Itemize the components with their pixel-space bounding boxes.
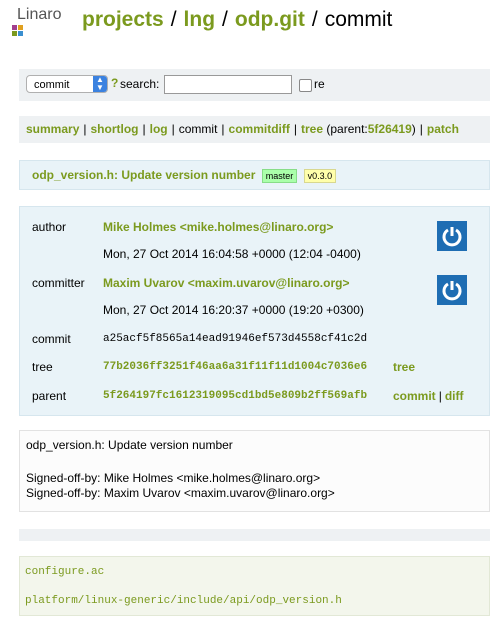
page-header: Linaro projects / lng / odp.git / commit xyxy=(0,0,490,46)
search-label: search: xyxy=(120,77,160,91)
regex-checkbox[interactable] xyxy=(299,79,312,92)
author-link[interactable]: Mike Holmes <mike.holmes@linaro.org> xyxy=(103,220,333,234)
power-icon xyxy=(442,281,462,301)
page-nav: summary | shortlog | log | commit | commitdiff | t… xyxy=(19,116,490,143)
parent-commit-link[interactable]: commit xyxy=(393,389,436,403)
breadcrumb-projects[interactable]: projects xyxy=(82,8,164,31)
version-tag[interactable]: v0.3.0 xyxy=(303,168,337,183)
breadcrumb: projects / lng / odp.git / commit xyxy=(82,8,393,31)
file-link[interactable]: platform/linux-generic/include/api/odp_v… xyxy=(25,595,342,607)
commit-title-bar: odp_version.h: Update version number mas… xyxy=(19,160,490,190)
search-type-select[interactable]: commit ▲ ▼ xyxy=(26,75,108,93)
commit-hash: a25acf5f8565a14ead91946ef573d4558cf41c2d xyxy=(103,333,368,345)
power-icon xyxy=(442,227,462,247)
message-signoff-2: Signed-off-by: Maxim Uvarov <maxim.uvaro… xyxy=(26,486,335,500)
logo-text: Linaro xyxy=(17,6,62,23)
search-type-value: commit xyxy=(34,79,70,91)
file-link[interactable]: configure.ac xyxy=(25,566,104,578)
parent-hash-link[interactable]: 5f264197fc1612319095cd1bd5e809b2ff569afb xyxy=(103,390,367,402)
commit-message: odp_version.h: Update version number Sig… xyxy=(19,430,490,512)
committer-link[interactable]: Maxim Uvarov <maxim.uvarov@linaro.org> xyxy=(103,276,349,290)
committer-date: Mon, 27 Oct 2014 16:20:37 +0000 (19:20 +… xyxy=(103,303,364,317)
changed-files-list: configure.ac platform/linux-generic/incl… xyxy=(19,556,490,616)
nav-summary[interactable]: summary xyxy=(26,122,79,136)
search-input[interactable] xyxy=(164,75,292,94)
search-help-link[interactable]: ? xyxy=(111,76,118,90)
nav-tree[interactable]: tree xyxy=(301,122,323,136)
nav-shortlog[interactable]: shortlog xyxy=(91,122,139,136)
regex-label: re xyxy=(314,77,325,91)
nav-parent-prefix: (parent: xyxy=(326,122,368,136)
commit-label: commit xyxy=(32,332,71,346)
message-subject: odp_version.h: Update version number xyxy=(26,438,233,452)
message-signoff-1: Signed-off-by: Mike Holmes <mike.holmes@… xyxy=(26,471,321,485)
search-bar: commit ▲ ▼ ? search: re xyxy=(19,69,490,101)
nav-commit-current: commit xyxy=(178,122,218,136)
tree-hash-link[interactable]: 77b2036ff3251f46aa6a31f11f11d1004c7036e6 xyxy=(103,361,367,373)
breadcrumb-odp-git[interactable]: odp.git xyxy=(235,8,305,31)
nav-parent-suffix: ) xyxy=(411,122,416,136)
nav-parent-hash[interactable]: 5f26419 xyxy=(368,122,412,136)
breadcrumb-current: commit xyxy=(324,8,393,31)
nav-log[interactable]: log xyxy=(150,122,168,136)
nav-commitdiff[interactable]: commitdiff xyxy=(229,122,290,136)
committer-avatar[interactable] xyxy=(437,275,467,305)
author-avatar[interactable] xyxy=(437,221,467,251)
parent-label: parent xyxy=(32,389,67,403)
tree-label: tree xyxy=(32,360,53,374)
commit-title[interactable]: odp_version.h: Update version number xyxy=(32,168,255,182)
author-label: author xyxy=(32,220,67,234)
divider-bar xyxy=(19,529,490,541)
breadcrumb-lng[interactable]: lng xyxy=(184,8,216,31)
tree-link[interactable]: tree xyxy=(393,360,415,374)
select-arrows-icon: ▲ ▼ xyxy=(93,76,107,92)
branch-tag-master[interactable]: master xyxy=(261,168,298,183)
commit-info-panel: author Mike Holmes <mike.holmes@linaro.o… xyxy=(19,206,490,416)
author-date: Mon, 27 Oct 2014 16:04:58 +0000 (12:04 -… xyxy=(103,247,361,261)
linaro-logo[interactable]: Linaro xyxy=(10,6,70,40)
committer-label: committer xyxy=(32,276,85,290)
nav-patch[interactable]: patch xyxy=(427,122,459,136)
parent-diff-link[interactable]: diff xyxy=(445,389,464,403)
